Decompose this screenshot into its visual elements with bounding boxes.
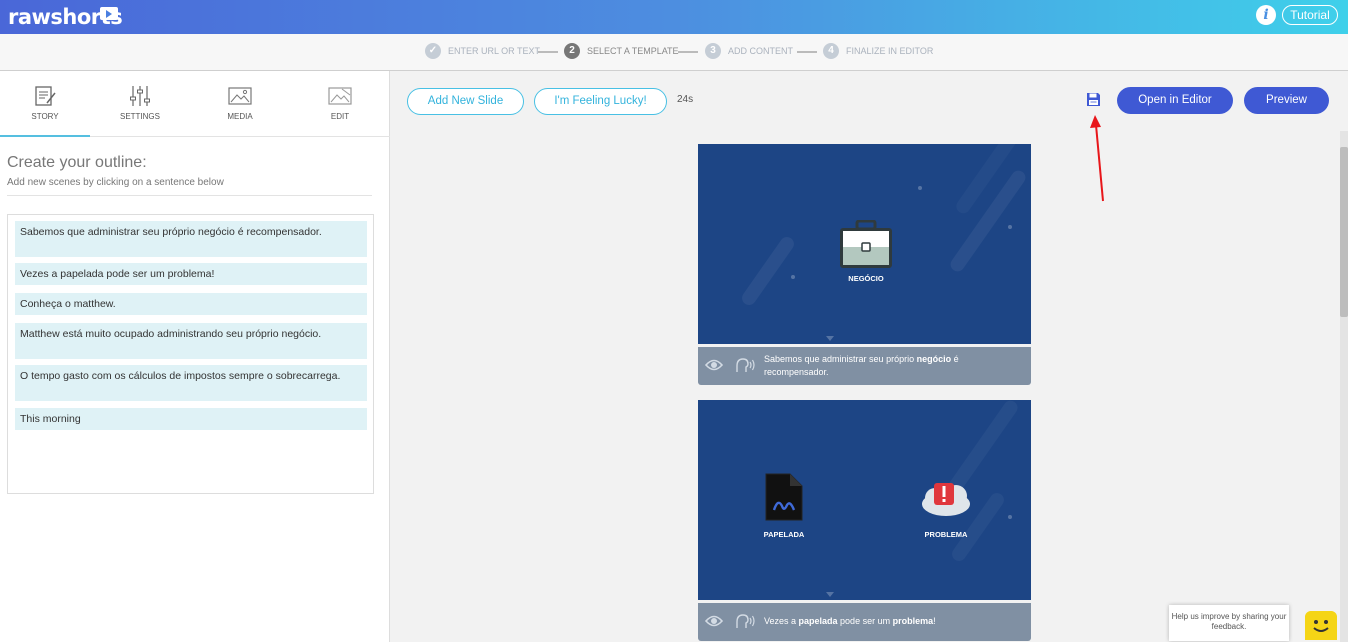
info-icon[interactable]: i <box>1256 5 1276 25</box>
caption-keyword: papelada <box>798 616 838 626</box>
outline-sentence-list: Sabemos que administrar seu próprio negó… <box>7 214 374 494</box>
document-signature-icon <box>765 473 803 521</box>
tab-label: STORY <box>31 112 59 121</box>
step-add-content: 3 ADD CONTENT <box>705 42 793 60</box>
decorative-dot <box>918 186 922 190</box>
scroll-down-indicator <box>826 592 834 597</box>
outline-title: Create your outline: <box>7 154 147 171</box>
step-label: SELECT A TEMPLATE <box>587 46 679 56</box>
step-enter-url: ✓ ENTER URL OR TEXT <box>425 42 540 60</box>
video-duration: 24s <box>677 94 694 105</box>
caption-keyword: problema <box>892 616 934 626</box>
sentence-item[interactable]: Conheça o matthew. <box>15 293 367 315</box>
decorative-dot <box>1008 515 1012 519</box>
eye-icon[interactable] <box>705 358 723 372</box>
divider <box>7 195 372 196</box>
step-label: ENTER URL OR TEXT <box>448 46 541 56</box>
slide-preview[interactable]: PAPELADA PROBLEMA <box>698 400 1031 600</box>
briefcase-icon <box>840 220 892 268</box>
slide-keyword: NEGÓCIO <box>848 274 884 283</box>
tab-settings[interactable]: SETTINGS <box>95 71 185 137</box>
settings-sliders-icon <box>130 86 150 106</box>
app-header: rawshorts i Tutorial <box>0 0 1348 34</box>
edit-image-icon <box>328 87 352 105</box>
sentence-item[interactable]: Vezes a papelada pode ser um problema! <box>15 263 367 285</box>
slides-area: Add New Slide I'm Feeling Lucky! 24s Ope… <box>391 71 1348 642</box>
slide-caption: Sabemos que administrar seu próprio negó… <box>764 353 1024 379</box>
logo-play-icon <box>100 7 118 20</box>
decorative-stripe <box>947 167 1029 275</box>
step-select-template: 2 SELECT A TEMPLATE <box>564 42 679 60</box>
caption-segment: ! <box>933 616 936 626</box>
tab-label: EDIT <box>330 112 350 121</box>
step-connector <box>797 51 817 53</box>
sentence-item[interactable]: O tempo gasto com os cálculos de imposto… <box>15 365 367 401</box>
annotation-arrow <box>1090 115 1104 202</box>
slide-caption: Vezes a papelada pode ser um problema! <box>764 615 1024 628</box>
outline-subtitle: Add new scenes by clicking on a sentence… <box>7 177 224 188</box>
preview-button[interactable]: Preview <box>1244 87 1329 114</box>
media-image-icon <box>228 87 252 105</box>
decorative-stripe <box>739 234 797 308</box>
voiceover-icon[interactable] <box>734 613 756 629</box>
step-number: 4 <box>823 43 839 59</box>
feedback-smiley-icon[interactable] <box>1305 611 1337 640</box>
tab-story[interactable]: STORY <box>0 71 90 137</box>
caption-segment: Sabemos que administrar seu próprio <box>764 354 917 364</box>
sentence-item[interactable]: This morning <box>15 408 367 430</box>
slide-caption-bar: Sabemos que administrar seu próprio negó… <box>698 347 1031 385</box>
slide-caption-bar: Vezes a papelada pode ser um problema! <box>698 603 1031 641</box>
open-in-editor-button[interactable]: Open in Editor <box>1117 87 1233 114</box>
save-floppy-icon[interactable] <box>1086 92 1101 107</box>
scrollbar-thumb[interactable] <box>1340 147 1348 317</box>
slide-keyword: PROBLEMA <box>924 530 968 539</box>
feedback-prompt[interactable]: Help us improve by sharing your feedback… <box>1169 605 1289 641</box>
story-icon <box>35 86 56 106</box>
tab-edit[interactable]: EDIT <box>295 71 385 137</box>
step-finalize: 4 FINALIZE IN EDITOR <box>823 42 933 60</box>
step-number: 2 <box>564 43 580 59</box>
step-connector <box>538 51 558 53</box>
tab-label: MEDIA <box>227 112 253 121</box>
tutorial-button[interactable]: Tutorial <box>1282 5 1338 25</box>
caption-segment: pode ser um <box>837 616 893 626</box>
tab-media[interactable]: MEDIA <box>195 71 285 137</box>
left-panel: STORY SETTINGS MEDIA EDIT Create your ou… <box>0 71 390 642</box>
slide-keyword: PAPELADA <box>763 530 805 539</box>
eye-icon[interactable] <box>705 614 723 628</box>
step-label: ADD CONTENT <box>728 46 793 56</box>
sentence-item[interactable]: Matthew está muito ocupado administrando… <box>15 323 367 359</box>
checkmark-icon: ✓ <box>425 43 441 59</box>
step-number: 3 <box>705 43 721 59</box>
alert-cloud-icon <box>922 483 970 516</box>
caption-segment: Vezes a <box>764 616 799 626</box>
voiceover-icon[interactable] <box>734 357 756 373</box>
vertical-scrollbar[interactable] <box>1340 131 1348 642</box>
slide-preview[interactable]: NEGÓCIO <box>698 144 1031 344</box>
sentence-item[interactable]: Sabemos que administrar seu próprio negó… <box>15 221 367 257</box>
decorative-dot <box>791 275 795 279</box>
add-new-slide-button[interactable]: Add New Slide <box>407 88 524 115</box>
panel-tabs: STORY SETTINGS MEDIA EDIT <box>0 71 390 137</box>
feeling-lucky-button[interactable]: I'm Feeling Lucky! <box>534 88 667 115</box>
tab-label: SETTINGS <box>119 112 160 121</box>
caption-keyword: negócio <box>916 354 952 364</box>
decorative-dot <box>1008 225 1012 229</box>
step-label: FINALIZE IN EDITOR <box>846 46 934 56</box>
wizard-steps: ✓ ENTER URL OR TEXT 2 SELECT A TEMPLATE … <box>0 34 1348 71</box>
scroll-down-indicator <box>826 336 834 341</box>
step-connector <box>678 51 698 53</box>
